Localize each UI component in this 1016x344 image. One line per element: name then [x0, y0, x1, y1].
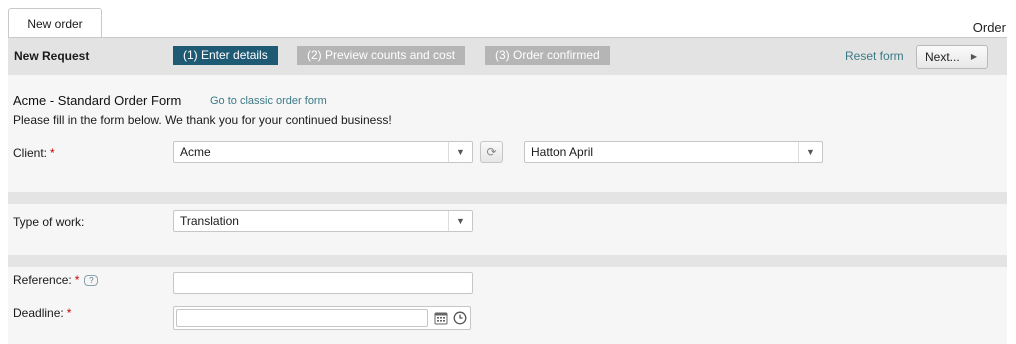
required-marker: * [66, 306, 72, 320]
page-title: New Request [14, 49, 90, 63]
client-select[interactable]: Acme ▼ [173, 141, 473, 163]
tab-strip: New order Order [0, 0, 1016, 38]
caret-down-icon: ▼ [448, 142, 472, 162]
work-type-select-value: Translation [180, 214, 239, 228]
deadline-input[interactable] [176, 309, 428, 327]
calendar-icon[interactable] [434, 311, 448, 325]
classic-order-form-link[interactable]: Go to classic order form [210, 95, 327, 107]
client-label: Client: * [13, 146, 55, 160]
reference-input[interactable] [173, 272, 473, 294]
client-select-value: Acme [180, 145, 211, 159]
step-preview-counts[interactable]: (2) Preview counts and cost [297, 46, 466, 65]
next-button[interactable]: Next... ▶ [916, 45, 988, 69]
required-marker: * [50, 146, 55, 160]
deadline-label: Deadline: * [13, 306, 71, 320]
section-divider [8, 192, 1007, 204]
reset-form-link[interactable]: Reset form [845, 49, 904, 63]
caret-down-icon: ▼ [448, 211, 472, 231]
reference-label: Reference: *? [13, 273, 99, 287]
help-icon[interactable]: ? [84, 275, 99, 286]
wizard-bar: New Request (1) Enter details (2) Previe… [8, 37, 1007, 75]
work-type-select[interactable]: Translation ▼ [173, 210, 473, 232]
form-title: Acme - Standard Order Form [13, 93, 182, 108]
required-marker: * [74, 273, 80, 287]
tab-strip-title: Order [972, 20, 1006, 35]
contact-select-value: Hatton April [531, 145, 594, 159]
refresh-icon: ⟳ [486, 145, 497, 159]
step-enter-details[interactable]: (1) Enter details [173, 46, 278, 65]
tab-new-order[interactable]: New order [8, 8, 102, 38]
client-label-text: Client: [13, 146, 48, 160]
next-button-label: Next... [925, 50, 960, 64]
refresh-client-button[interactable]: ⟳ [480, 141, 503, 163]
order-form-panel: Acme - Standard Order Form Go to classic… [8, 75, 1007, 344]
arrow-right-icon: ▶ [970, 52, 977, 61]
reference-label-text: Reference: [13, 273, 72, 287]
contact-select[interactable]: Hatton April ▼ [524, 141, 823, 163]
form-intro-text: Please fill in the form below. We thank … [13, 113, 392, 127]
work-type-label: Type of work: [13, 215, 85, 229]
section-divider [8, 255, 1007, 267]
caret-down-icon: ▼ [798, 142, 822, 162]
deadline-label-text: Deadline: [13, 306, 64, 320]
clock-icon[interactable] [453, 311, 467, 325]
step-order-confirmed[interactable]: (3) Order confirmed [485, 46, 610, 65]
deadline-field [173, 306, 471, 330]
